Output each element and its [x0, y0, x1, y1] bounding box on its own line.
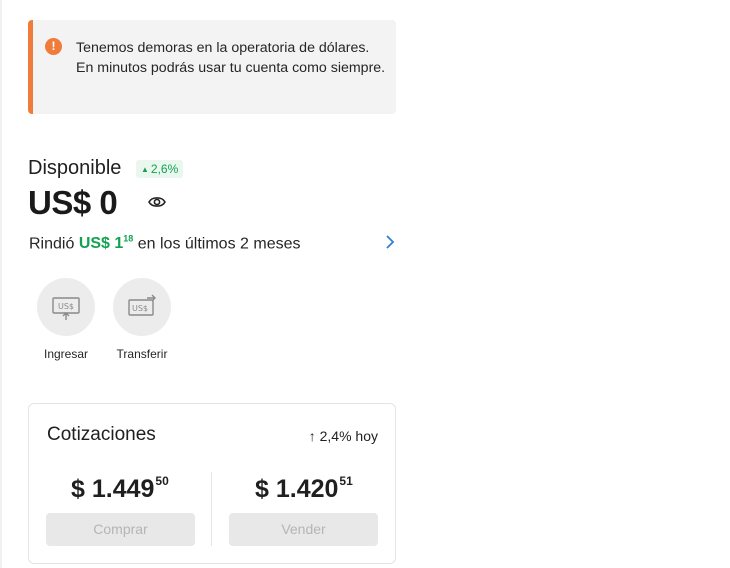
balance-change-value: 2,6%: [150, 162, 179, 176]
transfer-dollar-icon: US$: [113, 278, 171, 336]
quotes-divider: [211, 472, 212, 546]
sell-price: $ 1.42051: [255, 474, 353, 504]
svg-text:US$: US$: [58, 302, 74, 311]
transfer-label: Transferir: [116, 347, 168, 361]
svg-text:US$: US$: [132, 304, 148, 313]
transfer-button[interactable]: US$ Transferir: [103, 278, 181, 361]
balance-amount: US$ 0: [28, 184, 118, 221]
deposit-dollar-icon: US$: [37, 278, 95, 336]
deposit-button[interactable]: US$ Ingresar: [27, 278, 105, 361]
balance-change-badge: ▲ 2,6%: [136, 160, 184, 178]
alert-accent-bar: [28, 20, 33, 114]
delay-alert-banner: ! Tenemos demoras en la operatoria de dó…: [28, 20, 396, 114]
yield-summary[interactable]: Rindió US$ 118 en los últimos 2 meses: [29, 234, 300, 253]
yield-amount-int: US$ 1: [78, 235, 124, 253]
chevron-right-icon[interactable]: [384, 234, 396, 250]
sell-button[interactable]: Vender: [229, 513, 378, 546]
quotes-card: Cotizaciones ↑ 2,4% hoy $ 1.44950 $ 1.42…: [28, 403, 396, 564]
available-label: Disponible: [28, 157, 122, 179]
buy-button[interactable]: Comprar: [46, 513, 195, 546]
yield-amount: US$ 118: [78, 234, 134, 253]
exclamation-circle-icon: !: [45, 38, 62, 55]
sell-price-int: $ 1.420: [255, 475, 339, 503]
alert-message: Tenemos demoras en la operatoria de dóla…: [76, 40, 386, 76]
yield-suffix: en los últimos 2 meses: [137, 235, 301, 253]
buy-price-cents: 50: [155, 474, 169, 488]
yield-amount-cents: 18: [123, 234, 134, 244]
deposit-label: Ingresar: [43, 347, 89, 361]
yield-prefix: Rindió: [29, 235, 75, 253]
quotes-title: Cotizaciones: [47, 424, 156, 445]
eye-icon[interactable]: [147, 193, 167, 211]
buy-price-int: $ 1.449: [71, 475, 155, 503]
quotes-change-today: ↑ 2,4% hoy: [308, 428, 378, 444]
buy-price: $ 1.44950: [71, 474, 169, 504]
sell-price-cents: 51: [339, 474, 353, 488]
left-divider: [0, 0, 2, 568]
up-triangle-icon: ▲: [141, 165, 149, 174]
